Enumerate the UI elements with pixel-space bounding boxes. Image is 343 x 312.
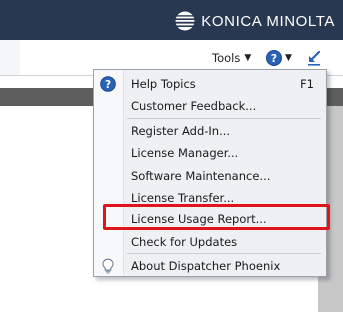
menu-item-label: Software Maintenance... xyxy=(131,169,271,183)
toolbar-left-panel xyxy=(0,40,20,75)
tools-label: Tools xyxy=(212,51,241,65)
menu-separator xyxy=(127,118,321,119)
menu-item-label: License Usage Report... xyxy=(131,212,267,226)
menu-item-register-add-in[interactable]: Register Add-In... xyxy=(94,120,326,142)
menu-item-shortcut: F1 xyxy=(300,77,314,91)
help-circle-icon: ? xyxy=(100,76,116,92)
app-header: KONICA MINOLTA xyxy=(0,0,343,40)
help-dropdown-menu: ? Help Topics F1 Customer Feedback... Re… xyxy=(93,69,327,277)
chevron-down-icon: ▼ xyxy=(244,53,252,63)
menu-separator xyxy=(127,253,321,254)
menu-item-help-topics[interactable]: ? Help Topics F1 xyxy=(94,73,326,95)
chevron-down-icon: ▼ xyxy=(285,53,292,63)
menu-item-label: Register Add-In... xyxy=(131,124,231,138)
menu-item-label: About Dispatcher Phoenix xyxy=(131,259,281,273)
svg-text:?: ? xyxy=(105,79,111,91)
help-menu-button[interactable]: ? ▼ xyxy=(266,48,292,68)
menu-item-software-maintenance[interactable]: Software Maintenance... xyxy=(94,165,326,187)
help-circle-icon: ? xyxy=(266,50,282,66)
konica-minolta-globe-icon xyxy=(175,11,196,31)
brand-logo: KONICA MINOLTA xyxy=(175,10,335,32)
menu-item-label: License Transfer... xyxy=(131,191,235,205)
menu-item-label: Help Topics xyxy=(131,77,196,91)
menu-item-license-manager[interactable]: License Manager... xyxy=(94,142,326,164)
menu-item-customer-feedback[interactable]: Customer Feedback... xyxy=(94,95,326,117)
menu-item-license-usage-report[interactable]: License Usage Report... xyxy=(94,208,326,230)
menu-item-label: Check for Updates xyxy=(131,235,238,249)
menu-item-label: Customer Feedback... xyxy=(131,99,257,113)
menu-item-license-transfer[interactable]: License Transfer... xyxy=(94,187,326,209)
lightbulb-icon xyxy=(102,258,114,274)
tools-menu-button[interactable]: Tools ▼ xyxy=(212,50,251,66)
menu-item-label: License Manager... xyxy=(131,146,239,160)
menu-item-about[interactable]: About Dispatcher Phoenix xyxy=(94,255,326,277)
menu-item-check-for-updates[interactable]: Check for Updates xyxy=(94,231,326,253)
brand-name: KONICA MINOLTA xyxy=(201,12,335,30)
minimize-arrow-icon[interactable] xyxy=(305,49,323,67)
